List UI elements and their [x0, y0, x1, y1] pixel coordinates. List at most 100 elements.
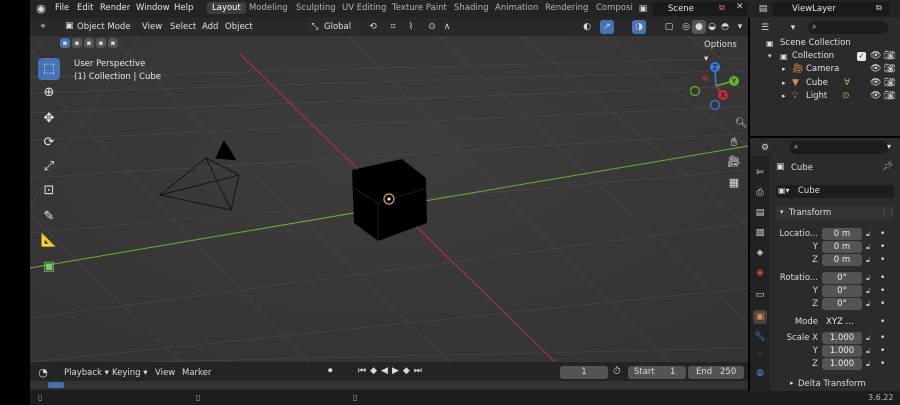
- select-intersect-icon[interactable]: ▪: [108, 38, 118, 48]
- location-x-field[interactable]: 0 m: [822, 228, 862, 240]
- menu-object[interactable]: Object: [225, 22, 253, 32]
- transform-tool-icon[interactable]: ⊡: [38, 180, 60, 202]
- collapse-icon[interactable]: ▾: [768, 50, 772, 63]
- camera-view-icon[interactable]: 🎥︎: [726, 155, 742, 168]
- scale-x-field[interactable]: 1.000: [822, 332, 862, 344]
- keyframe-dot-icon[interactable]: •: [880, 242, 885, 252]
- visibility-icon[interactable]: ◐: [580, 20, 594, 34]
- shading-material-icon[interactable]: ◒: [705, 20, 719, 34]
- pivot-icon[interactable]: ⟲: [366, 20, 380, 34]
- world-tab-icon[interactable]: ◉: [753, 266, 767, 280]
- editor-type-icon[interactable]: ⌖: [36, 20, 50, 34]
- measure-tool-icon[interactable]: 📐: [38, 230, 60, 252]
- physics-tab-icon[interactable]: ◍: [753, 366, 767, 380]
- keyframe-dot-icon[interactable]: •: [880, 273, 885, 283]
- view-layer-field[interactable]: ViewLayer: [772, 2, 890, 16]
- tab-animation[interactable]: Animation: [495, 3, 538, 13]
- camera-render-icon[interactable]: 📷︎: [884, 90, 895, 103]
- record-icon[interactable]: ⏺: [328, 366, 333, 376]
- view-layer-tab-icon[interactable]: ▧: [753, 226, 767, 240]
- keyframe-dot-icon[interactable]: •: [880, 255, 885, 265]
- light-data-icon[interactable]: ⊙: [842, 90, 850, 103]
- snap-target-icon[interactable]: ⌇: [404, 20, 418, 34]
- eye-icon[interactable]: 👁︎: [870, 50, 881, 63]
- gizmo-toggle-icon[interactable]: ↗: [600, 20, 614, 34]
- location-y-field[interactable]: 0 m: [822, 241, 862, 253]
- scene-icon[interactable]: ▣: [636, 2, 650, 16]
- keyframe-dot-icon[interactable]: •: [880, 286, 885, 296]
- options-dropdown[interactable]: Options ▾: [700, 38, 744, 64]
- keyframe-dot-icon[interactable]: •: [880, 317, 885, 327]
- mode-dropdown[interactable]: Object Mode: [63, 20, 135, 34]
- menu-view[interactable]: View: [142, 22, 162, 32]
- rotation-mode-dropdown[interactable]: XYZ ...: [822, 316, 862, 328]
- view-layer-new-icon[interactable]: ⧉: [876, 3, 882, 13]
- delta-transform-panel-header[interactable]: ▸ Delta Transform: [776, 377, 894, 390]
- play-reverse-icon[interactable]: ◀: [381, 366, 388, 376]
- start-frame-field[interactable]: Start 1: [628, 366, 686, 379]
- lock-icon[interactable]: 🔓︎: [866, 230, 871, 239]
- rotation-y-field[interactable]: 0°: [822, 285, 862, 297]
- scale-tool-icon[interactable]: ⤢: [38, 156, 60, 178]
- camera-render-icon[interactable]: 📷︎: [884, 63, 895, 76]
- scene-settings-icon[interactable]: ⧉: [719, 3, 725, 13]
- modifier-tab-icon[interactable]: 🔧︎: [753, 330, 767, 344]
- navigation-gizmo[interactable]: Z Y X: [688, 60, 744, 112]
- lock-icon[interactable]: 🔓︎: [866, 347, 871, 356]
- location-z-field[interactable]: 0 m: [822, 254, 862, 266]
- timeline-menu-keying[interactable]: Keying ▾: [112, 368, 148, 378]
- shading-rendered-icon[interactable]: ◓: [718, 20, 732, 34]
- pin-icon[interactable]: 📌︎: [882, 162, 893, 172]
- menu-window[interactable]: Window: [136, 3, 170, 13]
- collection-tab-icon[interactable]: ▭: [753, 288, 767, 302]
- outliner-editor-type-icon[interactable]: ☰: [758, 21, 772, 35]
- select-subtract-icon[interactable]: ▪: [84, 38, 94, 48]
- tool-tab-icon[interactable]: ✄: [753, 166, 767, 180]
- end-frame-field[interactable]: End 250: [688, 366, 744, 379]
- outliner-search-input[interactable]: ⌕: [808, 21, 888, 34]
- stopwatch-icon[interactable]: ⏱: [613, 366, 621, 377]
- properties-search-input[interactable]: ⌕: [790, 141, 888, 154]
- tab-sculpting[interactable]: Sculpting: [296, 3, 336, 13]
- camera-render-icon[interactable]: 📷︎: [884, 50, 895, 63]
- playhead[interactable]: [48, 382, 64, 388]
- toggle-projection-icon[interactable]: ▦: [726, 176, 742, 189]
- timeline-menu-view[interactable]: View: [155, 368, 175, 378]
- tab-modeling[interactable]: Modeling: [249, 3, 288, 13]
- tab-texture-paint[interactable]: Texture Paint: [392, 3, 447, 13]
- camera-render-icon[interactable]: 📷︎: [884, 77, 895, 90]
- eye-icon[interactable]: 👁︎: [870, 77, 881, 90]
- eye-icon[interactable]: 👁︎: [870, 90, 881, 103]
- lock-icon[interactable]: 🔓︎: [866, 360, 871, 369]
- render-tab-icon[interactable]: ⎙: [753, 186, 767, 200]
- lock-icon[interactable]: 🔓︎: [866, 274, 871, 283]
- select-new-icon[interactable]: ▪: [60, 38, 70, 48]
- menu-select[interactable]: Select: [170, 22, 196, 32]
- view-layer-icon[interactable]: ▤: [756, 2, 770, 16]
- tab-layout[interactable]: Layout: [207, 2, 246, 14]
- timeline-editor-type-icon[interactable]: ◔: [36, 366, 50, 380]
- transform-panel-header[interactable]: ▾ Transform ⋮⋮: [776, 206, 896, 220]
- keyframe-dot-icon[interactable]: •: [880, 229, 885, 239]
- move-tool-icon[interactable]: ✥: [38, 108, 60, 130]
- select-box-tool-icon[interactable]: ⬚: [38, 58, 60, 80]
- menu-render[interactable]: Render: [100, 3, 130, 13]
- outliner-item-camera[interactable]: ▸ 🎥︎ Camera 👁︎ 📷︎: [752, 63, 898, 76]
- lock-icon[interactable]: 🔓︎: [866, 300, 871, 309]
- menu-add[interactable]: Add: [202, 22, 218, 32]
- particles-tab-icon[interactable]: ⁘: [753, 348, 767, 362]
- rotation-x-field[interactable]: 0°: [822, 272, 862, 284]
- 3d-viewport[interactable]: [30, 18, 748, 362]
- lock-icon[interactable]: 🔓︎: [866, 256, 871, 265]
- orientation-dropdown[interactable]: Global: [320, 20, 360, 34]
- shading-solid-icon[interactable]: ●: [692, 20, 706, 34]
- timeline-scrub-area[interactable]: [30, 381, 748, 389]
- shading-options-icon[interactable]: ▾: [733, 20, 747, 34]
- scale-z-field[interactable]: 1.000: [822, 358, 862, 370]
- annotate-tool-icon[interactable]: ✎: [38, 206, 60, 228]
- pan-hand-icon[interactable]: ✋︎: [726, 135, 742, 150]
- proportional-editing-icon[interactable]: ⊙: [425, 20, 439, 34]
- timeline-menu-marker[interactable]: Marker: [182, 368, 211, 378]
- blender-logo-icon[interactable]: ◉: [34, 2, 48, 16]
- zoom-icon[interactable]: 🔍︎: [735, 118, 748, 129]
